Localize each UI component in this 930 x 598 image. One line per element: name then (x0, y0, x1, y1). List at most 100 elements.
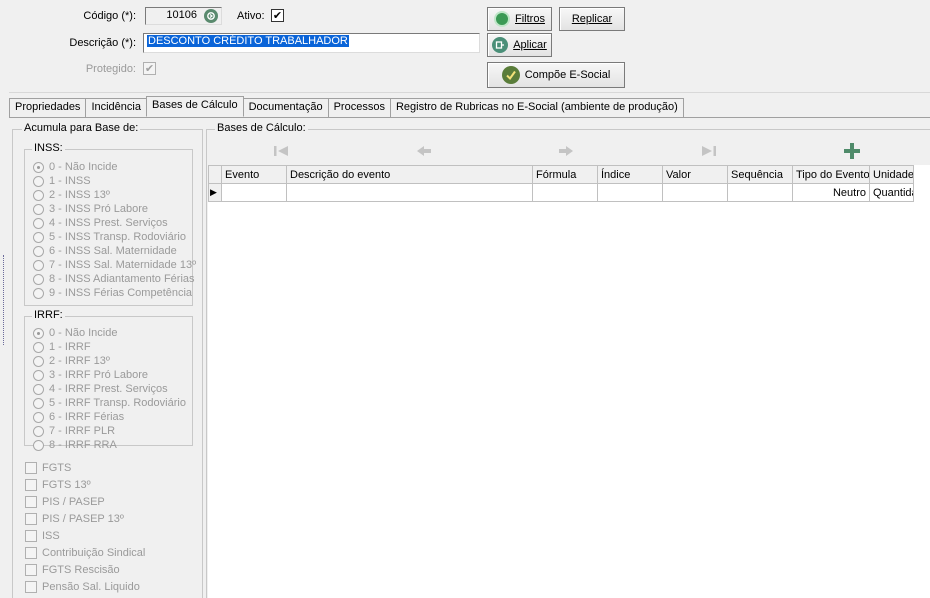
tab-incidencia[interactable]: Incidência (85, 98, 147, 117)
radio-button[interactable] (33, 411, 44, 423)
radio-button[interactable] (33, 259, 44, 271)
irrf-option[interactable]: 6 - IRRF Férias (33, 410, 186, 424)
tab-processos[interactable]: Processos (327, 98, 391, 117)
radio-button[interactable] (33, 341, 44, 353)
cell-valor[interactable] (662, 183, 728, 202)
cell-sequencia[interactable] (727, 183, 793, 202)
base-check-label: ISS (42, 529, 60, 542)
aplicar-button[interactable]: Aplicar (487, 33, 552, 57)
checkbox[interactable] (25, 529, 37, 542)
checkbox[interactable] (25, 478, 37, 491)
inss-option[interactable]: 3 - INSS Pró Labore (33, 202, 196, 216)
inss-option[interactable]: 1 - INSS (33, 174, 196, 188)
checkbox[interactable] (25, 546, 37, 559)
base-check-label: Contribuição Sindical (42, 546, 146, 559)
inss-option[interactable]: 5 - INSS Transp. Rodoviário (33, 230, 196, 244)
irrf-option[interactable]: 5 - IRRF Transp. Rodoviário (33, 396, 186, 410)
radio-button[interactable] (33, 425, 44, 437)
base-check-item[interactable]: Pensão Sal. Liquido (25, 578, 145, 595)
col-tipo-evento[interactable]: Tipo do Evento (792, 165, 870, 184)
filtros-button[interactable]: Filtros (487, 7, 552, 31)
bases-title: Bases de Cálculo: (215, 122, 308, 134)
inss-option[interactable]: 6 - INSS Sal. Maternidade (33, 244, 196, 258)
inss-option[interactable]: 0 - Não Incide (33, 160, 196, 174)
lookup-icon[interactable] (204, 9, 218, 23)
cell-unidade[interactable]: Quantidade (869, 183, 914, 202)
splitter-handle[interactable] (0, 255, 4, 345)
col-formula[interactable]: Fórmula (532, 165, 598, 184)
acumula-title: Acumula para Base de: (22, 122, 141, 134)
base-check-item[interactable]: FGTS 13º (25, 476, 145, 493)
radio-button[interactable] (33, 189, 44, 201)
add-record-icon[interactable] (841, 142, 863, 160)
inss-option[interactable]: 4 - INSS Prest. Serviços (33, 216, 196, 230)
col-descricao[interactable]: Descrição do evento (286, 165, 533, 184)
irrf-option[interactable]: 2 - IRRF 13º (33, 354, 186, 368)
tab-propriedades[interactable]: Propriedades (9, 98, 87, 117)
irrf-option[interactable]: 4 - IRRF Prest. Serviços (33, 382, 186, 396)
irrf-option[interactable]: 0 - Não Incide (33, 326, 186, 340)
cell-formula[interactable] (532, 183, 598, 202)
descricao-field[interactable]: DESCONTO CRÉDITO TRABALHADOR (143, 33, 480, 53)
tab-registro-rubricas[interactable]: Registro de Rubricas no E-Social (ambien… (389, 98, 684, 117)
base-check-item[interactable]: FGTS Rescisão (25, 561, 145, 578)
first-record-icon[interactable] (270, 142, 292, 160)
inss-option[interactable]: 8 - INSS Adiantamento Férias (33, 272, 196, 286)
replicar-button[interactable]: Replicar (559, 7, 625, 31)
inss-option[interactable]: 9 - INSS Férias Competência (33, 286, 196, 300)
radio-button[interactable] (33, 245, 44, 257)
base-check-item[interactable]: PIS / PASEP (25, 493, 145, 510)
checkbox[interactable] (25, 495, 37, 508)
radio-button[interactable] (33, 327, 44, 339)
col-indice[interactable]: Índice (597, 165, 663, 184)
cell-evento[interactable] (221, 183, 287, 202)
compoe-esocial-button[interactable]: Compõe E-Social (487, 62, 625, 88)
irrf-option[interactable]: 1 - IRRF (33, 340, 186, 354)
irrf-option[interactable]: 8 - IRRF RRA (33, 438, 186, 452)
cell-indice[interactable] (597, 183, 663, 202)
inss-option[interactable]: 2 - INSS 13º (33, 188, 196, 202)
radio-button[interactable] (33, 355, 44, 367)
last-record-icon[interactable] (698, 142, 720, 160)
cell-descricao[interactable] (286, 183, 533, 202)
tab-baseline (9, 117, 930, 118)
base-check-item[interactable]: ISS (25, 527, 145, 544)
base-check-item[interactable]: Contribuição Sindical (25, 544, 145, 561)
prev-record-icon[interactable] (413, 142, 435, 160)
radio-button[interactable] (33, 383, 44, 395)
radio-button[interactable] (33, 369, 44, 381)
ativo-label: Ativo: (237, 10, 265, 22)
tab-documentacao[interactable]: Documentação (242, 98, 329, 117)
col-sequencia[interactable]: Sequência (727, 165, 793, 184)
radio-button[interactable] (33, 203, 44, 215)
checkbox[interactable] (25, 512, 37, 525)
radio-button[interactable] (33, 287, 44, 299)
radio-button[interactable] (33, 161, 44, 173)
protegido-checkbox[interactable]: ✔ (143, 62, 156, 75)
irrf-option[interactable]: 3 - IRRF Pró Labore (33, 368, 186, 382)
inss-option[interactable]: 7 - INSS Sal. Maternidade 13º (33, 258, 196, 272)
col-unidade[interactable]: Unidade (869, 165, 914, 184)
bases-grid-area[interactable] (208, 165, 930, 598)
descricao-value: DESCONTO CRÉDITO TRABALHADOR (147, 35, 349, 47)
radio-button[interactable] (33, 273, 44, 285)
filter-icon (494, 11, 511, 27)
radio-button[interactable] (33, 231, 44, 243)
cell-tipo-evento[interactable]: Neutro (792, 183, 870, 202)
base-check-item[interactable]: FGTS (25, 459, 145, 476)
table-row[interactable]: ▶ Neutro Quantidade (208, 183, 914, 202)
radio-button[interactable] (33, 397, 44, 409)
tab-bases-de-calculo[interactable]: Bases de Cálculo (145, 96, 244, 117)
checkbox[interactable] (25, 461, 37, 474)
ativo-checkbox[interactable]: ✔ (271, 9, 284, 22)
radio-button[interactable] (33, 217, 44, 229)
checkbox[interactable] (25, 580, 37, 593)
col-evento[interactable]: Evento (221, 165, 287, 184)
checkbox[interactable] (25, 563, 37, 576)
irrf-option[interactable]: 7 - IRRF PLR (33, 424, 186, 438)
radio-button[interactable] (33, 175, 44, 187)
base-check-item[interactable]: PIS / PASEP 13º (25, 510, 145, 527)
col-valor[interactable]: Valor (662, 165, 728, 184)
next-record-icon[interactable] (555, 142, 577, 160)
radio-button[interactable] (33, 439, 44, 451)
